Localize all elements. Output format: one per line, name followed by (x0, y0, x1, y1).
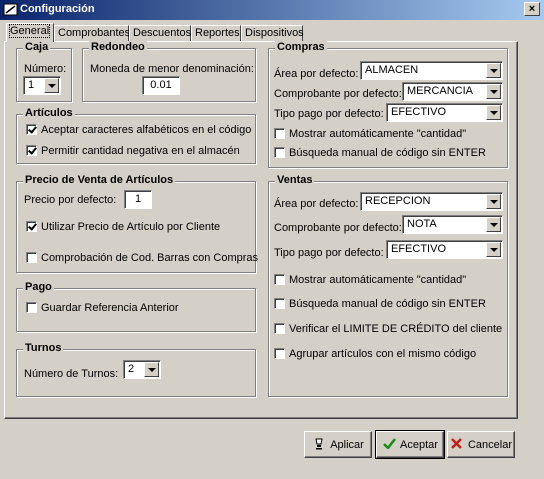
redondeo-input[interactable]: 0.01 (142, 76, 180, 95)
ventas-mostrar-cantidad-checkbox[interactable]: Mostrar automáticamente "cantidad" (274, 274, 466, 286)
aplicar-button[interactable]: Aplicar (304, 431, 372, 458)
title-bar: Configuración × (0, 0, 544, 20)
ventas-area-label: Área por defecto: (274, 198, 359, 210)
ventas-legend: Ventas (275, 174, 315, 186)
turnos-label: Número de Turnos: (24, 368, 119, 380)
cancel-x-icon (450, 438, 464, 451)
ventas-comprobante-label: Comprobante por defecto: (274, 222, 402, 234)
articulos-legend: Artículos (23, 107, 75, 119)
pago-legend: Pago (23, 281, 54, 293)
tab-dispositivos[interactable]: Dispositivos (241, 25, 304, 41)
ventas-group: Ventas (268, 174, 508, 397)
check-icon (382, 438, 396, 451)
cantidad-negativa-checkbox[interactable]: Permitir cantidad negativa en el almacén (26, 145, 240, 157)
compras-tipo-select[interactable]: EFECTIVO (386, 103, 503, 122)
ventas-tipo-select[interactable]: EFECTIVO (386, 240, 503, 259)
compras-comprobante-label: Comprobante por defecto: (274, 88, 402, 100)
turnos-select[interactable]: 2 (123, 360, 161, 379)
redondeo-legend: Redondeo (89, 41, 147, 53)
guardar-referencia-checkbox[interactable]: Guardar Referencia Anterior (26, 302, 179, 314)
ventas-area-select[interactable]: RECEPCION (360, 192, 503, 211)
ventas-tipo-label: Tipo pago por defecto: (274, 247, 384, 259)
compras-area-select[interactable]: ALMACEN (360, 61, 503, 80)
caja-legend: Caja (23, 41, 51, 53)
redondeo-label: Moneda de menor denominación: (90, 63, 254, 75)
compras-mostrar-cantidad-checkbox[interactable]: Mostrar automáticamente "cantidad" (274, 128, 466, 140)
precio-venta-legend: Precio de Venta de Artículos (23, 174, 176, 186)
caja-numero-label: Número: (24, 63, 67, 75)
aceptar-alfabeticos-checkbox[interactable]: Aceptar caracteres alfabéticos en el cód… (26, 124, 251, 136)
tab-comprobantes[interactable]: Comprobantes (54, 25, 130, 41)
compras-busqueda-manual-checkbox[interactable]: Búsqueda manual de código sin ENTER (274, 147, 486, 159)
config-icon (3, 3, 18, 16)
precio-por-cliente-checkbox[interactable]: Utilizar Precio de Artículo por Cliente (26, 221, 220, 233)
chevron-down-icon[interactable] (44, 78, 59, 93)
turnos-legend: Turnos (23, 342, 64, 354)
chevron-down-icon[interactable] (486, 194, 501, 209)
lamp-icon (312, 438, 326, 451)
precio-defecto-label: Precio por defecto: (24, 194, 117, 206)
chevron-down-icon[interactable] (144, 362, 159, 377)
window-title: Configuración (20, 3, 95, 15)
close-icon: × (528, 3, 536, 15)
compras-legend: Compras (275, 41, 327, 53)
caja-numero-select[interactable]: 1 (23, 76, 61, 95)
ventas-agrupar-articulos-checkbox[interactable]: Agrupar artículos con el mismo código (274, 348, 476, 360)
compras-comprobante-select[interactable]: MERCANCIA (402, 82, 503, 101)
precio-defecto-input[interactable]: 1 (124, 190, 152, 209)
ventas-busqueda-manual-checkbox[interactable]: Búsqueda manual de código sin ENTER (274, 298, 486, 310)
chevron-down-icon[interactable] (486, 105, 501, 120)
compras-area-label: Área por defecto: (274, 68, 359, 80)
tab-general[interactable]: General (6, 23, 54, 42)
chevron-down-icon[interactable] (486, 217, 501, 232)
aceptar-button[interactable]: Aceptar (375, 430, 445, 459)
chevron-down-icon[interactable] (486, 84, 501, 99)
cancelar-button[interactable]: Cancelar (447, 431, 515, 458)
chevron-down-icon[interactable] (486, 63, 501, 78)
ventas-comprobante-select[interactable]: NOTA (402, 215, 503, 234)
close-button[interactable]: × (524, 2, 540, 16)
tab-descuentos[interactable]: Descuentos (129, 25, 191, 41)
ventas-verificar-credito-checkbox[interactable]: Verificar el LIMITE DE CRÉDITO del clien… (274, 323, 502, 335)
compras-tipo-label: Tipo pago por defecto: (274, 108, 384, 120)
comprobacion-barras-checkbox[interactable]: Comprobación de Cod. Barras con Compras (26, 252, 258, 264)
tab-reportes[interactable]: Reportes (191, 25, 241, 41)
chevron-down-icon[interactable] (486, 242, 501, 257)
